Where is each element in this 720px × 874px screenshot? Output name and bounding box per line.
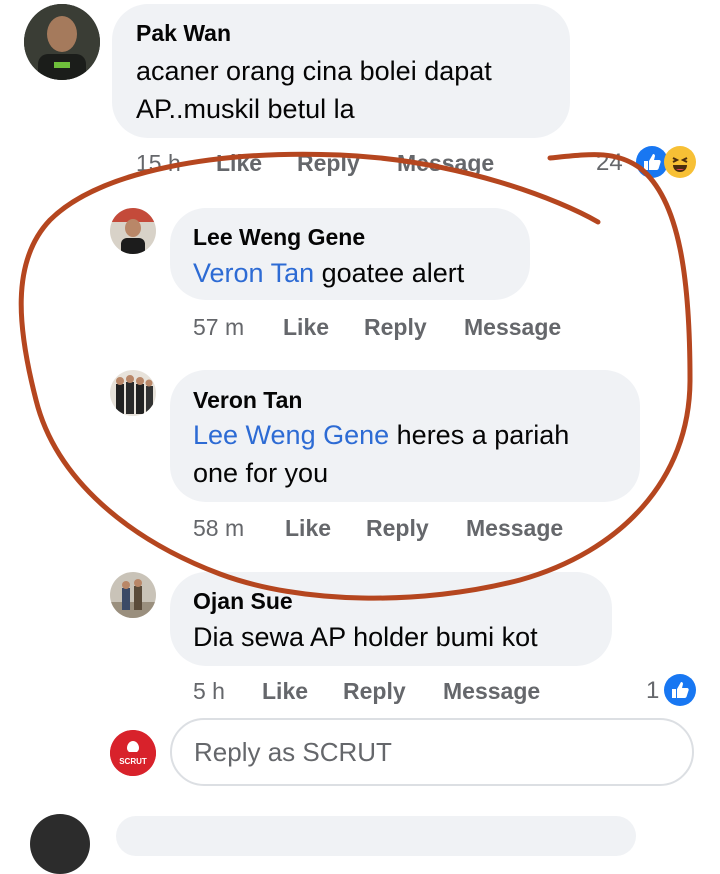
- page-avatar-scrut: SCRUT: [110, 730, 156, 776]
- message-button[interactable]: Message: [464, 314, 561, 341]
- message-button[interactable]: Message: [397, 150, 494, 177]
- comment-author[interactable]: Pak Wan: [136, 20, 231, 47]
- comment-text-line2: AP..muskil betul la: [136, 94, 355, 124]
- message-button[interactable]: Message: [443, 678, 540, 705]
- comment-author[interactable]: Lee Weng Gene: [193, 224, 365, 251]
- reply-placeholder: Reply as SCRUT: [194, 736, 392, 767]
- avatar-pak-wan[interactable]: [24, 4, 100, 80]
- comment-text: Dia sewa AP holder bumi kot: [193, 622, 538, 652]
- comment-text: Veron Tan goatee alert: [193, 254, 464, 292]
- reply-button[interactable]: Reply: [364, 314, 427, 341]
- comment-text-body: goatee alert: [314, 258, 465, 288]
- avatar-ojan-sue[interactable]: [110, 572, 156, 618]
- comment-timestamp: 5 h: [193, 678, 225, 704]
- reaction-count[interactable]: 1: [646, 677, 659, 705]
- comment-timestamp: 15 h: [136, 150, 181, 176]
- avatar-next-comment[interactable]: [30, 814, 90, 874]
- mention-link[interactable]: Veron Tan: [193, 258, 314, 288]
- mention-link[interactable]: Lee Weng Gene: [193, 420, 389, 450]
- reply-input[interactable]: Reply as SCRUT: [170, 718, 694, 786]
- like-reaction-icon: [664, 674, 696, 706]
- like-button[interactable]: Like: [285, 515, 331, 542]
- reply-button[interactable]: Reply: [297, 150, 360, 177]
- comment-timestamp: 58 m: [193, 515, 245, 541]
- like-button[interactable]: Like: [262, 678, 308, 705]
- avatar-lee-weng-gene[interactable]: [110, 208, 156, 254]
- reaction-count[interactable]: 24: [596, 149, 623, 177]
- haha-reaction-icon: [664, 146, 696, 178]
- comment-text: acaner orang cina bolei dapat: [136, 56, 492, 86]
- message-button[interactable]: Message: [466, 515, 563, 542]
- comment-author[interactable]: Ojan Sue: [193, 588, 293, 615]
- comment-timestamp: 57 m: [193, 314, 245, 340]
- comment-text: Lee Weng Gene heres a pariah: [193, 416, 569, 454]
- comment-text-body: heres a pariah: [389, 420, 570, 450]
- like-button[interactable]: Like: [283, 314, 329, 341]
- like-button[interactable]: Like: [216, 150, 262, 177]
- avatar-veron-tan[interactable]: [110, 370, 156, 416]
- reply-button[interactable]: Reply: [366, 515, 429, 542]
- comment-author[interactable]: Veron Tan: [193, 387, 303, 414]
- reply-button[interactable]: Reply: [343, 678, 406, 705]
- comment-text-line2: one for you: [193, 458, 329, 488]
- comment-bubble-next: [116, 816, 636, 856]
- scrut-logo-text: SCRUT: [119, 757, 147, 766]
